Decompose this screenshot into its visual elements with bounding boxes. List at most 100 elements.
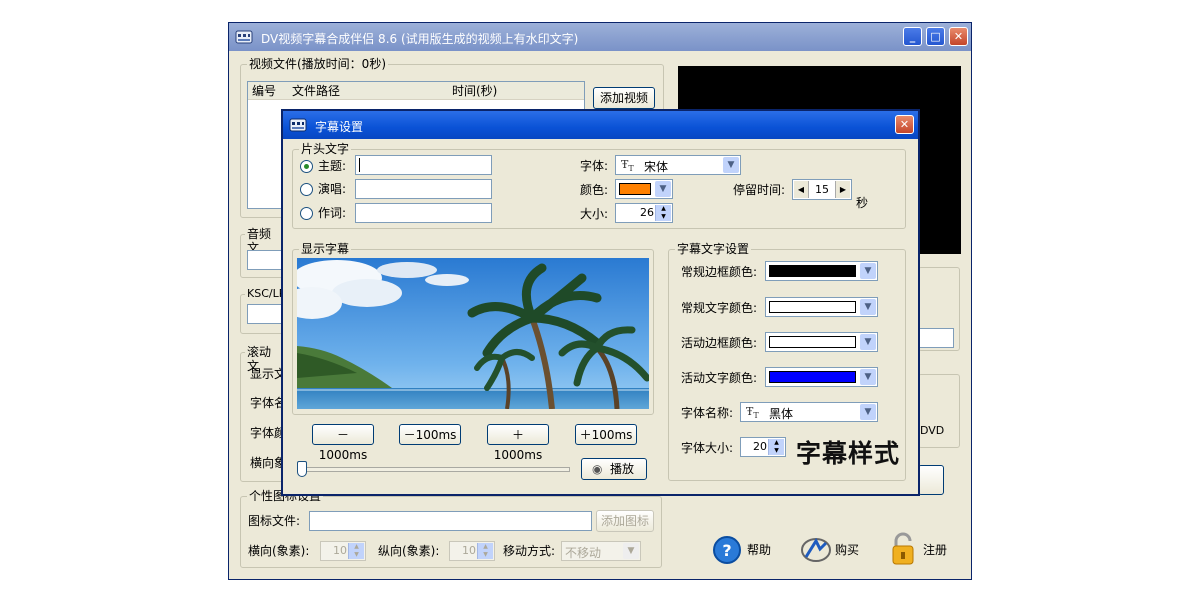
horizontal-pixels-value: 10 (333, 544, 347, 557)
normal-border-color-select[interactable]: ▼ (765, 261, 878, 281)
dialog-close-button[interactable]: ✕ (895, 115, 914, 134)
active-border-color-label: 活动边框颜色: (681, 336, 758, 350)
play-label: 播放 (610, 462, 635, 476)
chevron-down-icon[interactable]: ▼ (623, 543, 639, 559)
active-text-color-select[interactable]: ▼ (765, 367, 878, 387)
register-label: 注册 (923, 543, 948, 557)
active-text-color-label: 活动文字颜色: (681, 371, 758, 385)
singer-input[interactable] (355, 179, 492, 199)
right-input[interactable] (918, 328, 954, 348)
singer-label: 演唱: (318, 182, 347, 196)
truetype-font-icon: ŦT (746, 405, 759, 421)
stay-time-stepper[interactable]: ◀ 15 ▶ (792, 179, 852, 200)
spinner-arrows-icon[interactable]: ▲ ▼ (768, 439, 784, 455)
font-size-spinner[interactable]: 20 ▲ ▼ (740, 437, 786, 457)
spinner-arrows-icon[interactable]: ▲ ▼ (477, 543, 493, 559)
radio-lyricist[interactable] (300, 207, 313, 220)
vertical-pixels-label: 纵向(象素): (378, 544, 440, 558)
color-select[interactable]: ▼ (615, 179, 673, 199)
subtitle-preview-image (297, 258, 649, 409)
chevron-down-icon[interactable]: ▼ (860, 369, 876, 385)
register-button[interactable]: 注册 (890, 532, 954, 566)
seek-minus-1000ms-button[interactable]: －1000ms (312, 424, 374, 462)
move-mode-select[interactable]: 不移动 ▼ (561, 541, 641, 561)
normal-text-color-select[interactable]: ▼ (765, 297, 878, 317)
dvd-label: DVD (920, 424, 945, 437)
seek-plus-100ms-button[interactable]: ＋100ms (575, 424, 637, 445)
maximize-button[interactable]: □ (926, 27, 945, 46)
add-icon-button[interactable]: 添加图标 (596, 510, 654, 532)
main-title: DV视频字幕合成伴侣 8.6 (试用版生成的视频上有水印文字) (261, 32, 579, 46)
chevron-down-icon[interactable]: ▼ (723, 157, 739, 173)
col-path[interactable]: 文件路径 (292, 84, 340, 98)
font-name-select[interactable]: ŦT 黑体 ▼ (740, 402, 878, 422)
video-list-header: 编号 文件路径 时间(秒) (248, 82, 584, 100)
beach-palm-scene (297, 258, 649, 409)
normal-border-color-label: 常规边框颜色: (681, 265, 758, 279)
lyricist-input[interactable] (355, 203, 492, 223)
video-group-label: 视频文件(播放时间：0秒) (247, 57, 388, 71)
move-mode-value: 不移动 (565, 546, 602, 560)
close-button[interactable]: ✕ (949, 27, 968, 46)
font-value: 宋体 (644, 160, 669, 174)
right-action-button[interactable] (918, 465, 944, 495)
add-video-button[interactable]: 添加视频 (593, 87, 655, 109)
theme-input[interactable] (355, 155, 492, 175)
playback-slider-thumb[interactable] (297, 461, 307, 477)
speaker-icon: ◉ (592, 462, 603, 476)
font-name-label: 字体名称: (681, 406, 734, 420)
font-select[interactable]: ŦT 宋体 ▼ (615, 155, 741, 175)
style-group-label: 字幕文字设置 (675, 242, 752, 256)
active-border-color-select[interactable]: ▼ (765, 332, 878, 352)
chevron-down-icon[interactable]: ▼ (860, 334, 876, 350)
minimize-button[interactable]: _ (903, 27, 922, 46)
vertical-pixels-value: 10 (462, 544, 476, 557)
radio-theme[interactable] (300, 160, 313, 173)
svg-text:?: ? (722, 541, 731, 560)
font-name-value: 黑体 (769, 407, 794, 421)
help-label: 帮助 (747, 543, 772, 557)
radio-singer[interactable] (300, 183, 313, 196)
size-label: 大小: (580, 207, 609, 221)
lyricist-label: 作词: (318, 206, 347, 220)
text-cursor (359, 158, 360, 172)
font-size-value: 20 (753, 440, 767, 453)
normal-text-color-label: 常规文字颜色: (681, 301, 758, 315)
chevron-down-icon[interactable]: ▼ (655, 181, 671, 197)
col-number[interactable]: 编号 (252, 84, 276, 98)
dialog-app-icon (289, 118, 307, 132)
normal-border-swatch (769, 265, 856, 277)
chevron-down-icon[interactable]: ▼ (860, 299, 876, 315)
dialog-title: 字幕设置 (315, 120, 364, 134)
seek-minus-100ms-button[interactable]: －100ms (399, 424, 461, 445)
buy-button[interactable]: 购买 (800, 535, 864, 565)
icon-file-label: 图标文件: (248, 514, 301, 528)
chevron-down-icon[interactable]: ▼ (860, 404, 876, 420)
left-arrow-icon[interactable]: ◀ (794, 181, 809, 198)
seek-plus-1000ms-button[interactable]: ＋1000ms (487, 424, 549, 462)
dialog-titlebar: 字幕设置 ✕ (283, 111, 918, 139)
spinner-arrows-icon[interactable]: ▲ ▼ (348, 543, 364, 559)
vertical-pixels-spinner[interactable]: 10 ▲ ▼ (449, 541, 495, 561)
col-time[interactable]: 时间(秒) (452, 84, 497, 98)
font-size-label: 字体大小: (681, 441, 734, 455)
chevron-down-icon[interactable]: ▼ (860, 263, 876, 279)
color-swatch (619, 183, 651, 195)
padlock-icon (892, 532, 914, 565)
play-button[interactable]: ◉ 播放 (581, 458, 647, 480)
theme-label: 主题: (318, 159, 347, 173)
right-arrow-icon[interactable]: ▶ (835, 181, 850, 198)
display-group-label: 显示字幕 (299, 242, 352, 256)
size-spinner[interactable]: 26 ▲ ▼ (615, 203, 673, 223)
main-titlebar: DV视频字幕合成伴侣 8.6 (试用版生成的视频上有水印文字) _ □ ✕ (229, 23, 971, 51)
playback-slider-track[interactable] (300, 467, 570, 472)
normal-text-swatch (769, 301, 856, 313)
stay-time-label: 停留时间: (733, 183, 786, 197)
buy-label: 购买 (835, 543, 860, 557)
icon-file-input[interactable] (309, 511, 592, 531)
spinner-arrows-icon[interactable]: ▲ ▼ (655, 205, 671, 221)
active-border-swatch (769, 336, 856, 348)
move-mode-label: 移动方式: (503, 544, 556, 558)
horizontal-pixels-spinner[interactable]: 10 ▲ ▼ (320, 541, 366, 561)
help-button[interactable]: ? 帮助 (712, 535, 776, 565)
